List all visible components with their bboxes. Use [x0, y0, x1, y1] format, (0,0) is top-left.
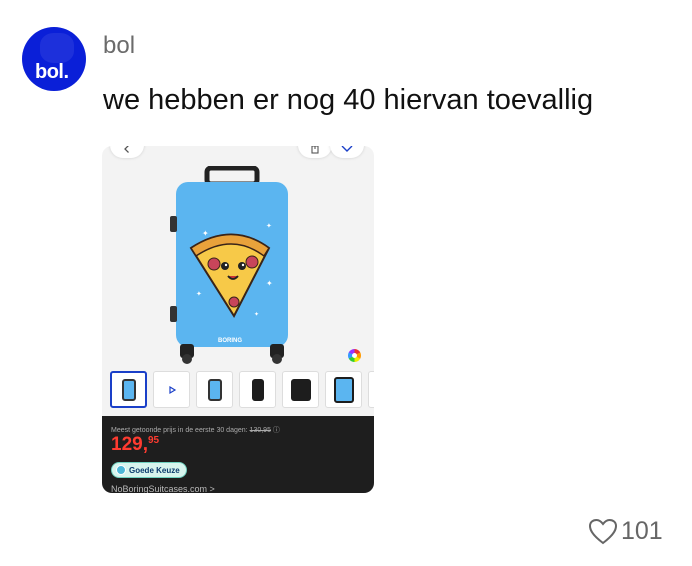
thumbnail-4[interactable] — [239, 371, 276, 408]
heart-icon — [588, 518, 618, 545]
goede-keuze-badge: Goede Keuze — [111, 462, 187, 478]
like-button[interactable]: 101 — [588, 517, 663, 546]
back-chevron-icon — [124, 146, 129, 153]
thumbnail-1[interactable] — [110, 371, 147, 408]
share-button[interactable] — [298, 146, 332, 158]
share-icon — [311, 146, 319, 154]
back-button[interactable] — [110, 146, 144, 158]
avatar-shine — [40, 33, 74, 63]
seller-link[interactable]: NoBoringSuitcases.com > — [111, 484, 215, 493]
thumbnail-strip — [110, 371, 374, 409]
thumbnail-7[interactable] — [368, 371, 374, 408]
color-wheel-icon[interactable] — [348, 349, 361, 362]
price-panel: Meest getoonde prijs in de eerste 30 dag… — [102, 416, 374, 493]
svg-text:✦: ✦ — [266, 222, 272, 230]
thumbnail-5[interactable] — [282, 371, 319, 408]
price: 129,95 — [111, 434, 160, 455]
username[interactable]: bol — [103, 32, 135, 60]
svg-text:✦: ✦ — [266, 279, 273, 288]
post-text: we hebben er nog 40 hiervan toevallig — [103, 84, 594, 116]
svg-text:BORING: BORING — [218, 338, 242, 344]
badge-icon — [116, 465, 126, 475]
thumbnail-6[interactable] — [325, 371, 362, 408]
play-icon — [168, 385, 176, 394]
svg-text:✦: ✦ — [196, 290, 202, 298]
info-icon[interactable]: ⓘ — [273, 427, 280, 434]
dropdown-chevron-icon — [341, 146, 353, 152]
thumbnail-3[interactable] — [196, 371, 233, 408]
suitcase-image: ✦ ✦ ✦ ✦ ✦ BORING — [170, 166, 288, 364]
thumbnail-video[interactable] — [153, 371, 190, 408]
more-button[interactable] — [330, 146, 364, 158]
avatar[interactable]: bol. — [22, 27, 86, 91]
avatar-logo: bol. — [35, 61, 69, 83]
product-screenshot[interactable]: ✦ ✦ ✦ ✦ ✦ BORING Meest getoonde prijs in… — [102, 146, 374, 493]
svg-text:✦: ✦ — [254, 311, 259, 318]
like-count: 101 — [621, 517, 663, 545]
svg-text:✦: ✦ — [202, 229, 209, 238]
